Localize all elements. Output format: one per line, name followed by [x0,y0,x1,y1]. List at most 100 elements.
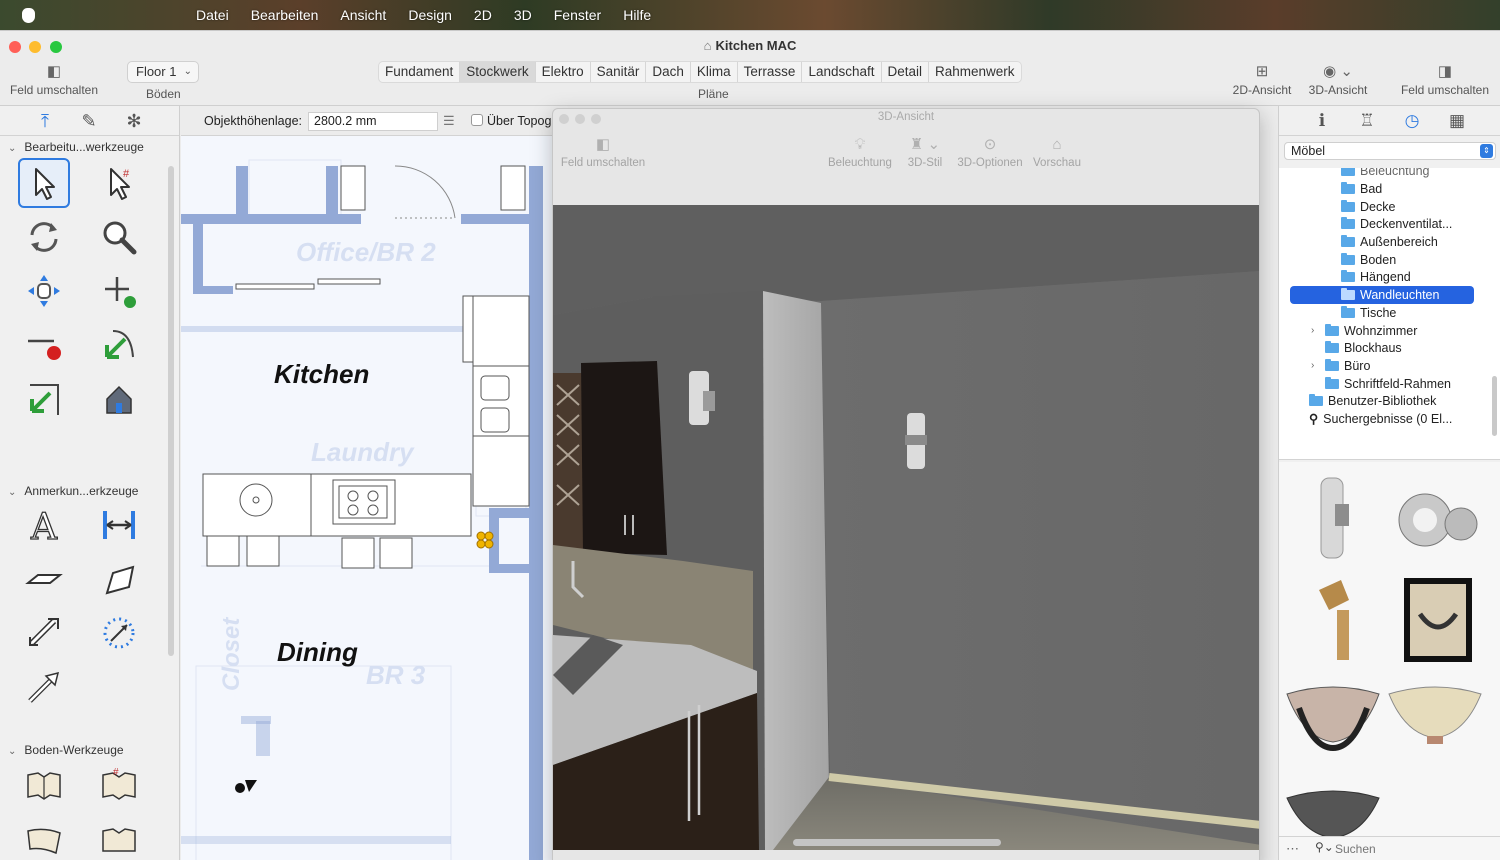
library-item[interactable] [1383,566,1487,670]
pan-tool[interactable] [18,266,70,316]
callout-tool[interactable] [18,554,70,604]
tree-item[interactable]: Außenbereich [1341,233,1438,251]
tool-panel-scrollbar[interactable] [168,166,174,656]
dimension-tool[interactable] [93,500,145,550]
select-tool[interactable] [18,158,70,208]
menu-2d[interactable]: 2D [463,7,503,23]
apple-icon[interactable] [22,7,35,23]
tree-item[interactable]: Deckenventilat... [1341,215,1452,233]
radial-dimension-tool[interactable] [93,608,145,658]
list-menu-icon[interactable]: ☰ [443,113,455,129]
library-item[interactable] [1383,666,1487,770]
floor-surface-tool[interactable] [18,814,70,860]
object-height-input[interactable]: 2800.2 mm [308,112,438,131]
tab-stockwerk[interactable]: Stockwerk [460,62,536,82]
section-annotation-tools[interactable]: ⌄ Anmerkun...erkzeuge [8,484,138,498]
library-tree-scrollbar[interactable] [1492,376,1497,436]
tree-item[interactable]: Bad [1341,180,1382,198]
tab-landschaft[interactable]: Landschaft [802,62,882,82]
menu-bearbeiten[interactable]: Bearbeiten [240,7,330,23]
3d-toggle-panel-button[interactable]: ◧ Feld umschalten [557,133,649,169]
tab-terrasse[interactable]: Terrasse [738,62,803,82]
more-options-icon[interactable]: ⋯ [1286,841,1299,857]
menu-fenster[interactable]: Fenster [543,7,612,23]
menu-3d[interactable]: 3D [503,7,543,23]
section-floor-tools[interactable]: ⌄ Boden-Werkzeuge [8,743,124,757]
floor-edit-tool[interactable]: # [93,760,145,810]
view-2d-button[interactable]: ⊞ 2D-Ansicht [1228,61,1296,97]
text-tool[interactable]: A [18,500,70,550]
tree-item[interactable]: Blockhaus [1325,339,1402,357]
tab-rahmenwerk[interactable]: Rahmenwerk [929,62,1021,82]
select-object-tool[interactable]: # [93,158,145,208]
toggle-right-panel-button[interactable]: ◨ Feld umschalten [1398,61,1492,97]
menu-ansicht[interactable]: Ansicht [329,7,397,23]
floor-panels-tool[interactable] [93,814,145,860]
tree-item[interactable]: Boden [1341,251,1396,269]
tree-item[interactable]: › Büro [1311,357,1370,375]
tab-elektro[interactable]: Elektro [536,62,591,82]
3d-render-scene[interactable] [553,205,1259,850]
chair-icon[interactable]: ♖ [1355,110,1379,132]
plan-canvas[interactable]: Office/BR 2 Kitchen Laundry Dining BR 3 … [181,136,553,860]
menu-design[interactable]: Design [397,7,463,23]
library-category-select[interactable]: Möbel ⇕ [1284,142,1496,160]
tree-item[interactable]: Benutzer-Bibliothek [1309,392,1436,410]
tree-item[interactable]: Hängend [1341,268,1411,286]
build-tools-tab-icon[interactable]: ⤒ [33,110,57,132]
tab-detail[interactable]: Detail [882,62,930,82]
tree-item-selected[interactable]: Wandleuchten [1290,286,1474,304]
toggle-left-panel-button[interactable]: ◧ Feld umschalten [8,61,100,97]
rotate-tool[interactable] [18,212,70,262]
section-edit-tools[interactable]: ⌄ Bearbeitu...werkzeuge [8,140,144,154]
library-item[interactable] [1281,666,1385,770]
landscape-tools-tab-icon[interactable]: ✻ [122,110,146,132]
tab-fundament[interactable]: Fundament [379,62,461,82]
tree-item-label: Deckenventilat... [1360,217,1453,231]
tab-sanitaer[interactable]: Sanitär [591,62,647,82]
3d-style-button[interactable]: ♜ ⌄ 3D-Stil [903,133,947,169]
chevron-right-icon[interactable]: › [1311,322,1314,340]
arrow-pointer-icon [35,168,55,200]
house-tool[interactable] [93,374,145,424]
library-search-input[interactable] [1335,840,1493,857]
chevron-right-icon[interactable]: › [1311,357,1314,375]
menu-datei[interactable]: Datei [185,7,240,23]
view-3d-button[interactable]: ◉ ⌄ 3D-Ansicht [1304,61,1372,97]
library-item[interactable] [1281,566,1385,670]
search-icon: ⚲ [1309,412,1319,426]
corner-tool[interactable] [93,320,145,370]
arrow-dimension-tool[interactable] [18,608,70,658]
marker-tool[interactable] [93,554,145,604]
floor-select[interactable]: Floor 1 ⌄ [127,61,199,83]
arrow-tool[interactable] [18,662,70,712]
join-tool[interactable] [18,374,70,424]
preview-button[interactable]: ⌂ Vorschau [1029,133,1085,169]
info-icon[interactable]: ℹ [1310,110,1334,132]
horizontal-scrollbar[interactable] [793,839,1001,846]
paint-tools-tab-icon[interactable]: ✎ [77,110,101,132]
document-icon: ⌂ [703,38,712,53]
lighting-label: Beleuchtung [828,157,892,169]
tree-item[interactable]: Decke [1341,198,1395,216]
break-line-tool[interactable] [18,320,70,370]
floor-plan-tool[interactable] [18,760,70,810]
tree-item[interactable]: › Wohnzimmer [1311,322,1417,340]
library-item[interactable] [1383,466,1487,570]
tab-klima[interactable]: Klima [691,62,738,82]
book-icon[interactable]: ▦ [1445,110,1469,132]
tab-dach[interactable]: Dach [646,62,691,82]
tree-item[interactable]: Schriftfeld-Rahmen [1325,375,1451,393]
tree-item[interactable]: ⚲ Suchergebnisse (0 El... [1309,410,1452,428]
3d-view-window[interactable]: 3D-Ansicht ◧ Feld umschalten 💡︎ Beleuchtun… [552,108,1260,860]
zoom-tool[interactable] [93,212,145,262]
library-lamp-icon[interactable]: ◷ [1400,110,1424,132]
add-point-tool[interactable] [93,266,145,316]
library-item[interactable] [1281,466,1385,570]
lighting-button[interactable]: 💡︎ Beleuchtung [825,133,895,169]
tree-item[interactable]: Tische [1341,304,1396,322]
menu-hilfe[interactable]: Hilfe [612,7,662,23]
marker-icon [105,565,135,595]
above-terrain-checkbox[interactable] [471,114,483,126]
3d-options-button[interactable]: ⊙ 3D-Optionen [953,133,1027,169]
